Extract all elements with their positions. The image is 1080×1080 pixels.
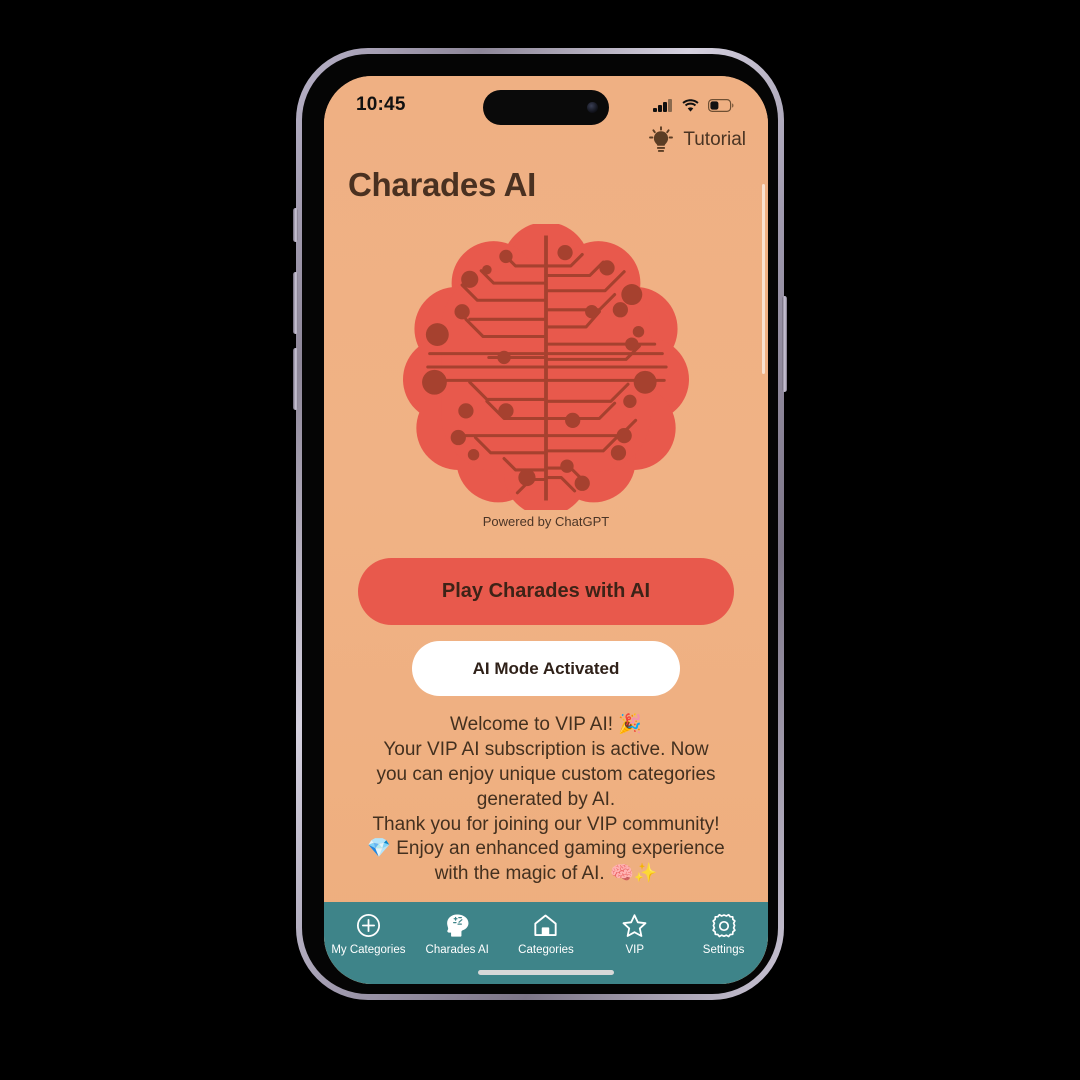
phone-device-frame: 10:45 Tutorial Charades AI Powered by Ch…	[293, 48, 787, 1000]
tab-vip[interactable]: VIP	[590, 912, 679, 956]
tab-my-categories[interactable]: My Categories	[324, 912, 413, 956]
play-charades-button[interactable]: Play Charades with AI	[358, 558, 734, 625]
ai-brain-circuit-illustration	[324, 222, 768, 516]
tab-label: Categories	[518, 944, 574, 956]
cellular-bars-icon	[653, 98, 673, 112]
home-icon	[532, 912, 559, 939]
phone-bezel: 10:45 Tutorial Charades AI Powered by Ch…	[302, 54, 778, 994]
battery-icon	[708, 98, 734, 112]
ai-mode-status-button[interactable]: AI Mode Activated	[412, 641, 680, 696]
action-button[interactable]	[293, 208, 298, 242]
phone-screen: 10:45 Tutorial Charades AI Powered by Ch…	[324, 76, 768, 984]
powered-by-caption: Powered by ChatGPT	[482, 514, 610, 529]
tab-categories[interactable]: Categories	[502, 912, 591, 956]
tab-settings[interactable]: Settings	[679, 912, 768, 956]
tab-label: My Categories	[331, 944, 406, 956]
tab-label: Settings	[702, 944, 745, 956]
page-title: Charades AI	[348, 166, 537, 203]
status-icons	[653, 98, 734, 112]
vip-line: Welcome to VIP AI! 🎉	[450, 714, 642, 735]
vip-line: with the magic of AI. 🧠✨	[434, 863, 658, 885]
vip-welcome-message: Welcome to VIP AI! 🎉 Your VIP AI subscri…	[342, 713, 750, 887]
vip-line: generated by AI.	[476, 788, 616, 810]
vip-line: Thank you for joining our VIP community!	[372, 813, 720, 835]
screenshot-canvas: 10:45 Tutorial Charades AI Powered by Ch…	[0, 0, 1080, 1080]
dynamic-island	[483, 90, 609, 125]
brain-head-icon	[444, 912, 471, 939]
app-root: 10:45 Tutorial Charades AI Powered by Ch…	[324, 76, 768, 984]
tab-label: Charades AI	[425, 944, 489, 956]
power-button[interactable]	[782, 296, 787, 392]
wifi-icon	[682, 98, 699, 112]
tab-label: VIP	[625, 944, 645, 956]
status-time: 10:45	[356, 94, 406, 115]
scrollbar[interactable]	[762, 184, 765, 374]
plus-circle-icon	[356, 912, 381, 939]
vip-line: Your VIP AI subscription is active. Now	[383, 738, 709, 760]
gear-icon	[711, 912, 737, 939]
volume-up-button[interactable]	[293, 272, 298, 334]
star-icon	[621, 912, 648, 939]
home-indicator[interactable]	[478, 970, 614, 975]
vip-line: you can enjoy unique custom categories	[376, 763, 716, 785]
front-camera-icon	[587, 102, 598, 113]
tab-charades-ai[interactable]: Charades AI	[413, 912, 502, 956]
volume-down-button[interactable]	[293, 348, 298, 410]
vip-line: 💎 Enjoy an enhanced gaming experience	[367, 838, 725, 860]
main-content: Tutorial Charades AI Powered by ChatGPT …	[324, 76, 768, 902]
